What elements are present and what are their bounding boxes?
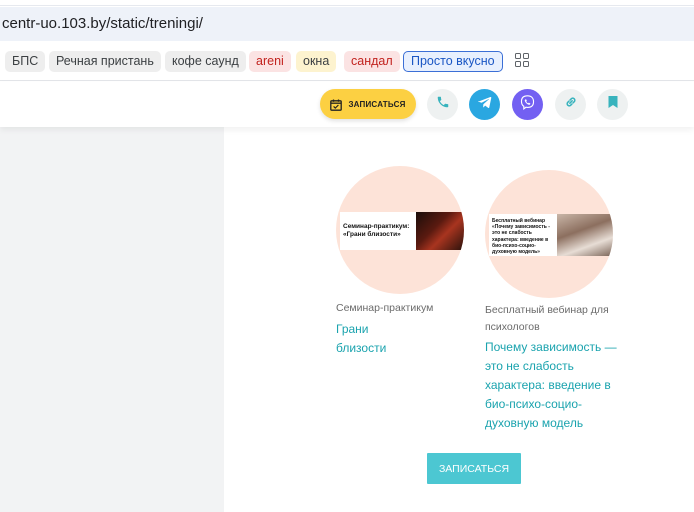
signup-button[interactable]: ЗАПИСАТЬСЯ xyxy=(427,453,521,484)
left-gray-panel xyxy=(0,127,224,512)
card-image-webinar[interactable]: Бесплатный вебинар «Почему зависимость -… xyxy=(485,170,613,298)
url-text[interactable]: centr-uo.103.by/static/treningi/ xyxy=(2,15,203,32)
browser-top-edge xyxy=(0,0,694,6)
header-signup-label: ЗАПИСАТЬСЯ xyxy=(348,99,406,109)
viber-icon xyxy=(519,94,536,116)
card-title-line[interactable]: био-психо-социо- xyxy=(485,395,617,414)
phone-icon xyxy=(436,95,450,114)
link-button[interactable] xyxy=(555,89,586,120)
card-category-line: Бесплатный вебинар для xyxy=(485,304,609,316)
bookmarks-bar: БПС Речная пристань кофе саунд areni окн… xyxy=(0,43,694,81)
telegram-icon xyxy=(477,94,493,115)
card-title-line[interactable]: это не слабость xyxy=(485,357,617,376)
bookmark-areni[interactable]: areni xyxy=(249,51,291,72)
seminar-photo xyxy=(416,212,464,250)
webinar-photo xyxy=(557,214,613,256)
bookmark-sandal[interactable]: сандал xyxy=(344,51,400,72)
bookmark-prosto-vkusno[interactable]: Просто вкусно xyxy=(403,51,503,72)
viber-button[interactable] xyxy=(512,89,543,120)
card-title-line[interactable]: характера: введение в xyxy=(485,376,617,395)
address-bar[interactable]: centr-uo.103.by/static/treningi/ xyxy=(0,7,694,41)
card-category-line: психологов xyxy=(485,321,540,333)
card-title-line[interactable]: духовную модель xyxy=(485,414,617,433)
bookmark-river-pier[interactable]: Речная пристань xyxy=(49,51,161,72)
card-title-line[interactable]: Грани xyxy=(336,320,386,339)
bookmark-page-button[interactable] xyxy=(597,89,628,120)
calendar-check-icon xyxy=(330,98,343,111)
seminar-banner: Семинар-практикум: «Грани близости» xyxy=(340,212,464,250)
seminar-banner-text: Семинар-практикум: «Грани близости» xyxy=(343,223,410,238)
phone-button[interactable] xyxy=(427,89,458,120)
card-title-seminar[interactable]: Грани близости xyxy=(336,320,386,358)
header-signup-button[interactable]: ЗАПИСАТЬСЯ xyxy=(320,89,416,119)
card-title-line[interactable]: близости xyxy=(336,339,386,358)
card-image-seminar[interactable]: Семинар-практикум: «Грани близости» xyxy=(336,166,464,294)
link-icon xyxy=(564,95,578,114)
card-title-webinar[interactable]: Почему зависимость — это не слабость хар… xyxy=(485,338,617,433)
card-category-seminar: Семинар-практикум xyxy=(336,302,434,314)
webinar-banner-text: Бесплатный вебинар «Почему зависимость -… xyxy=(492,218,550,256)
telegram-button[interactable] xyxy=(469,89,500,120)
apps-grid-icon[interactable] xyxy=(515,53,530,68)
bookmark-icon xyxy=(607,95,619,114)
bookmark-coffee-sound[interactable]: кофе саунд xyxy=(165,51,246,72)
bookmark-okna[interactable]: окна xyxy=(296,51,337,72)
card-category-webinar: Бесплатный вебинар для психологов xyxy=(485,302,609,336)
webinar-banner: Бесплатный вебинар «Почему зависимость -… xyxy=(489,214,613,256)
bookmark-bps[interactable]: БПС xyxy=(5,51,46,72)
card-title-line[interactable]: Почему зависимость — xyxy=(485,338,617,357)
